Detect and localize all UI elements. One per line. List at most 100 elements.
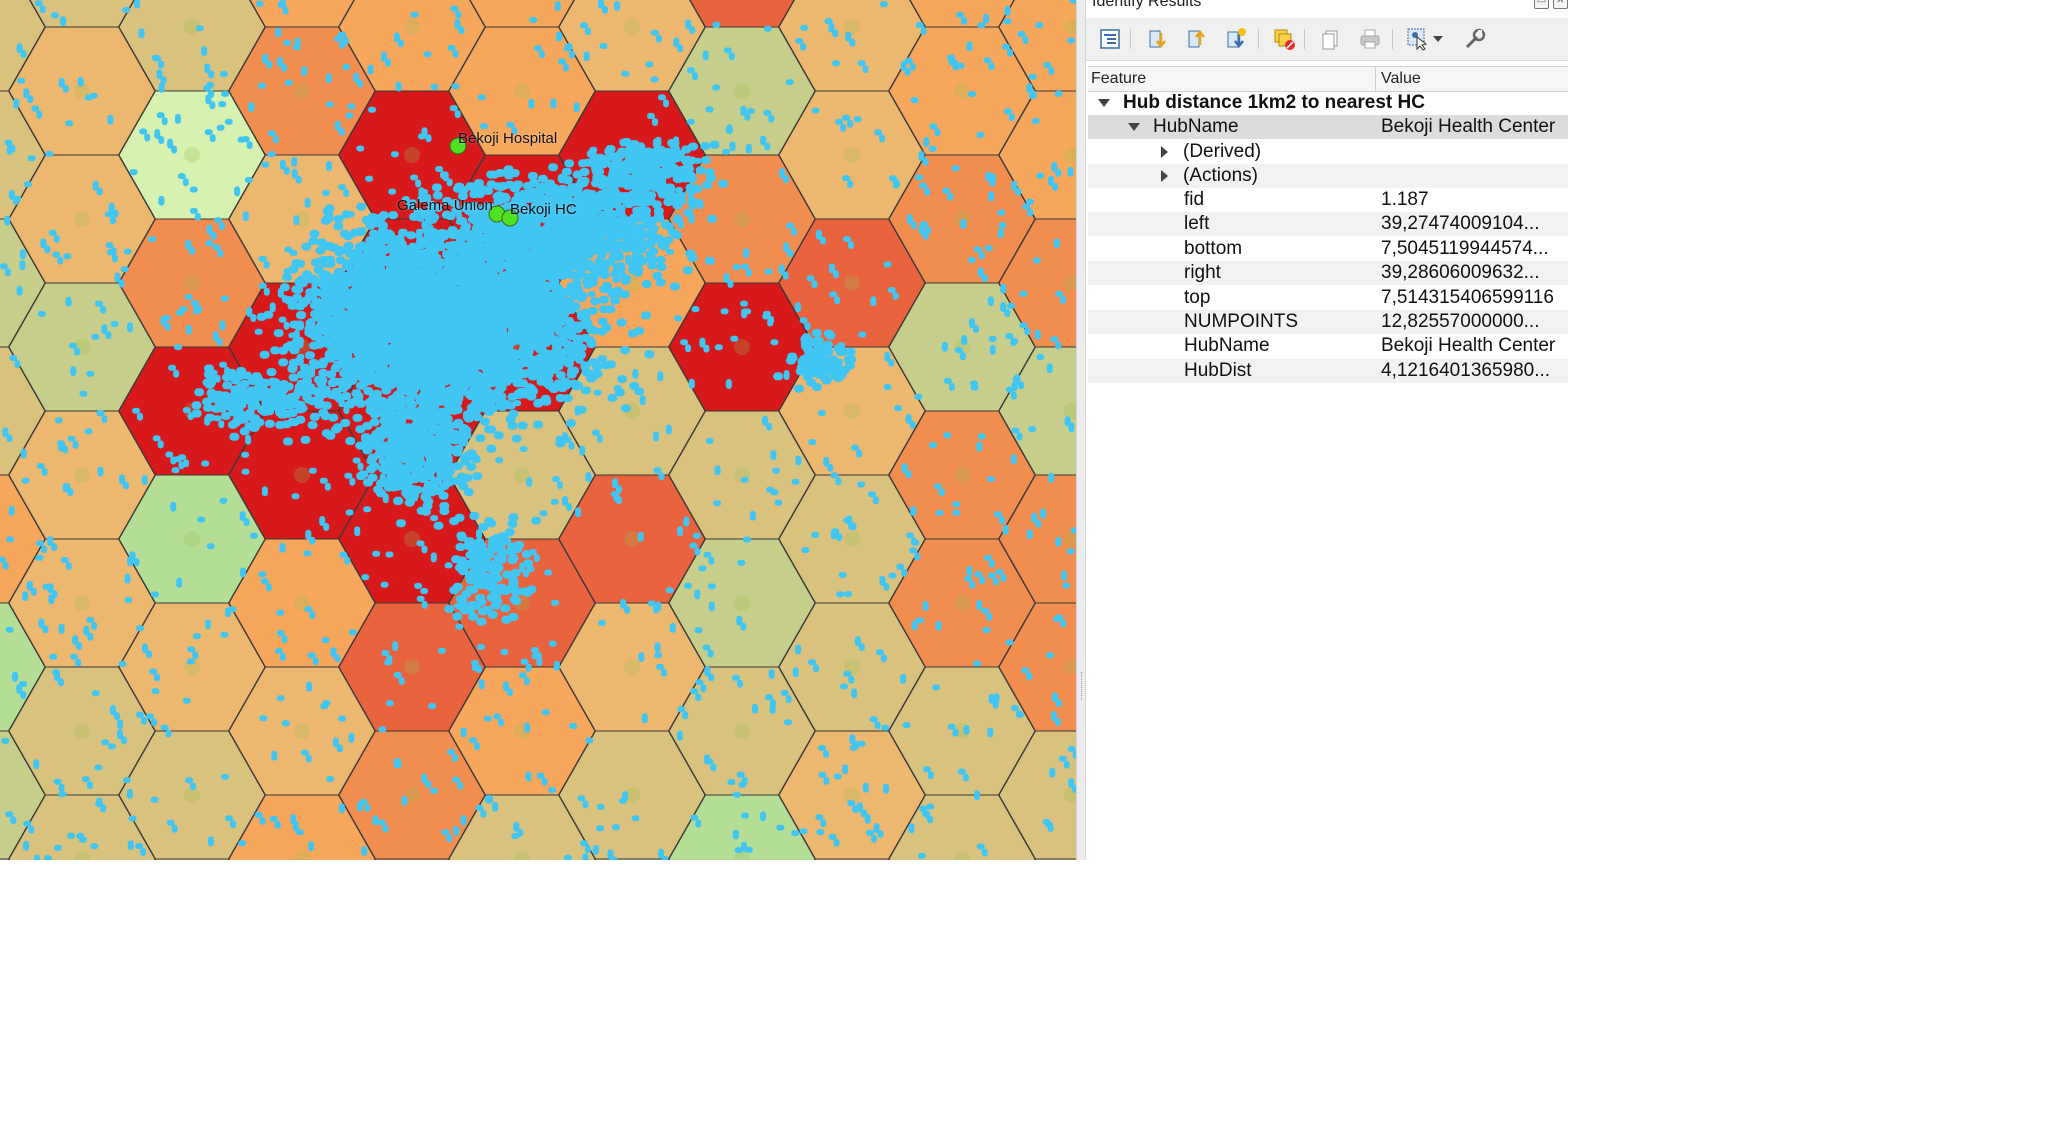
household-point (768, 114, 775, 123)
household-point (260, 578, 269, 585)
household-point (795, 37, 804, 44)
household-point (86, 781, 93, 790)
household-point (294, 322, 305, 331)
household-point (416, 595, 425, 602)
household-point (423, 51, 432, 58)
household-point (182, 697, 191, 704)
household-point (836, 533, 843, 542)
household-point (914, 552, 921, 561)
household-point (502, 271, 512, 279)
household-point (259, 350, 270, 359)
household-point (165, 729, 172, 738)
household-point (6, 434, 13, 443)
household-point (579, 445, 586, 456)
household-point (95, 300, 103, 307)
household-point (205, 619, 211, 630)
household-point (446, 834, 453, 843)
household-point (1016, 432, 1023, 441)
household-point (606, 237, 617, 246)
household-point (469, 322, 480, 331)
household-point (507, 688, 513, 697)
household-point (843, 236, 851, 242)
household-point (23, 181, 32, 188)
household-point (703, 344, 710, 353)
household-point (553, 379, 564, 388)
household-point (1034, 329, 1041, 340)
household-point (840, 683, 849, 690)
household-point (1061, 570, 1067, 581)
household-point (477, 94, 486, 101)
household-point (804, 322, 811, 331)
household-point (772, 467, 781, 474)
household-point (328, 413, 339, 422)
household-point (367, 64, 374, 75)
household-point (23, 840, 29, 851)
household-point (21, 477, 30, 484)
household-point (244, 177, 253, 183)
household-point (922, 601, 929, 611)
household-point (543, 316, 554, 325)
household-point (1019, 322, 1028, 329)
household-point (988, 559, 995, 568)
household-point (984, 245, 993, 252)
household-point (220, 631, 229, 638)
household-point (785, 695, 792, 703)
household-point (304, 606, 313, 613)
household-point (932, 684, 941, 691)
household-point (832, 29, 839, 38)
household-point (1015, 187, 1022, 196)
hexgrid-map[interactable] (0, 0, 1076, 860)
household-point (5, 811, 14, 818)
household-point (828, 833, 837, 840)
household-point (284, 246, 293, 253)
household-point (437, 647, 446, 654)
household-point (526, 477, 533, 487)
household-point (511, 833, 520, 839)
household-point (568, 441, 575, 450)
household-point (237, 136, 246, 143)
household-point (528, 330, 539, 339)
household-point (911, 620, 918, 631)
household-point (73, 347, 80, 356)
household-point (415, 179, 422, 188)
household-point (741, 812, 750, 819)
household-point (461, 222, 472, 231)
household-point (496, 400, 506, 409)
household-point (197, 516, 206, 523)
household-point (533, 554, 540, 563)
household-point (547, 247, 558, 256)
household-point (457, 781, 464, 790)
household-point (1026, 529, 1033, 540)
household-point (132, 407, 140, 414)
household-point (173, 456, 182, 463)
map-canvas[interactable]: Bekoji Hospital Galema Union Bekoji HC (0, 0, 1076, 860)
household-point (694, 589, 701, 600)
household-point (555, 394, 566, 402)
household-point (1032, 257, 1041, 264)
household-point (530, 647, 539, 653)
household-point (519, 390, 530, 399)
household-point (458, 26, 465, 35)
household-point (952, 62, 959, 71)
household-point (334, 654, 341, 663)
household-point (830, 529, 837, 540)
household-point (1011, 427, 1020, 434)
household-point (279, 653, 286, 661)
household-point (849, 38, 856, 47)
household-point (587, 291, 596, 297)
household-point (569, 234, 580, 243)
household-point (165, 451, 174, 458)
household-point (596, 825, 605, 832)
household-point (622, 197, 632, 206)
household-point (295, 829, 304, 836)
household-point (982, 627, 991, 633)
household-point (267, 151, 276, 158)
household-point (993, 511, 1002, 518)
household-point (905, 470, 912, 479)
household-point (557, 226, 568, 235)
household-point (1066, 548, 1075, 555)
household-point (813, 664, 820, 673)
household-point (134, 0, 141, 9)
household-point (192, 651, 199, 660)
household-point (1055, 699, 1062, 708)
